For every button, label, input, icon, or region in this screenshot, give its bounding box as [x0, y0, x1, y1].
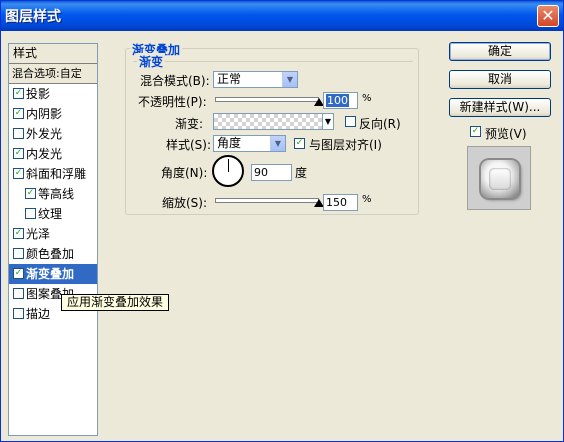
- style-checkbox[interactable]: [25, 208, 36, 219]
- check-icon: ✓: [14, 168, 23, 178]
- layer-style-dialog: 图层样式 ✕ 样式 混合选项:自定 ✓ 投影 ✓ 内阴影 外发光 ✓ 内发光 ✓ 斜面和浮雕 ✓ 等…: [0, 0, 564, 442]
- style-list-item[interactable]: ✓ 斜面和浮雕: [9, 164, 97, 184]
- style-list-item[interactable]: 颜色叠加: [9, 244, 97, 264]
- style-checkbox[interactable]: ✓: [13, 228, 24, 239]
- scale-slider[interactable]: [215, 198, 319, 203]
- check-icon: ✓: [295, 138, 304, 148]
- check-icon: ✓: [26, 188, 35, 198]
- chevron-down-icon: ▼: [270, 136, 285, 151]
- style-list-item-label: 内阴影: [26, 107, 63, 121]
- scale-label: 缩放(S):: [162, 196, 208, 210]
- style-list-item-label: 斜面和浮雕: [26, 167, 87, 181]
- style-list-item[interactable]: ✓ 内阴影: [9, 104, 97, 124]
- angle-value: 90: [254, 166, 268, 179]
- style-list-item[interactable]: ✓ 投影: [9, 84, 97, 104]
- style-checkbox[interactable]: [13, 248, 24, 259]
- title-bar[interactable]: 图层样式 ✕: [1, 1, 563, 31]
- style-list-item[interactable]: 外发光: [9, 124, 97, 144]
- preview-thumbnail-core: [489, 168, 511, 190]
- ok-button[interactable]: 确定: [449, 42, 551, 61]
- cancel-button[interactable]: 取消: [449, 70, 551, 89]
- style-list-item-label: 渐变叠加: [26, 267, 75, 281]
- style-list: 样式 混合选项:自定 ✓ 投影 ✓ 内阴影 外发光 ✓ 内发光 ✓ 斜面和浮雕 ✓ 等高线 纹理 ✓ 光泽…: [8, 43, 98, 436]
- chevron-down-icon: ▼: [282, 72, 297, 87]
- blend-mode-value: 正常: [217, 72, 242, 86]
- style-checkbox[interactable]: ✓: [13, 108, 24, 119]
- new-style-button[interactable]: 新建样式(W)...: [449, 98, 551, 117]
- preview-thumbnail: [481, 160, 519, 198]
- style-list-item[interactable]: ✓ 渐变叠加: [9, 264, 97, 284]
- style-label: 样式(S):: [166, 138, 212, 152]
- style-list-item[interactable]: ✓ 内发光: [9, 144, 97, 164]
- gradient-swatch[interactable]: [213, 113, 323, 130]
- check-icon: ✓: [471, 126, 480, 136]
- style-list-item-label: 光泽: [26, 227, 51, 241]
- gradient-picker-arrow[interactable]: ▼: [322, 113, 334, 130]
- check-icon: ✓: [14, 108, 23, 118]
- style-preview: [467, 146, 531, 210]
- check-icon: ✓: [14, 88, 23, 98]
- gradient-label: 渐变:: [175, 117, 204, 131]
- reverse-label: 反向(R): [359, 117, 401, 131]
- check-icon: ✓: [14, 268, 23, 278]
- style-list-item[interactable]: ✓ 光泽: [9, 224, 97, 244]
- style-checkbox[interactable]: [13, 308, 24, 319]
- gradient-subgroup-title: 渐变: [137, 53, 166, 70]
- style-list-item-label: 投影: [26, 87, 51, 101]
- style-list-item-label: 描边: [26, 307, 51, 321]
- style-value: 角度: [217, 136, 242, 150]
- style-list-item-label: 外发光: [26, 127, 63, 141]
- opacity-slider[interactable]: [215, 97, 319, 102]
- style-list-item[interactable]: 纹理: [9, 204, 97, 224]
- reverse-checkbox[interactable]: [345, 116, 356, 127]
- check-icon: ✓: [14, 148, 23, 158]
- angle-dial-hand: [228, 159, 229, 172]
- close-button[interactable]: ✕: [537, 5, 559, 27]
- blend-mode-select[interactable]: 正常 ▼: [213, 71, 298, 88]
- blend-mode-label: 混合模式(B):: [140, 74, 210, 88]
- chevron-down-icon: ▼: [324, 117, 332, 126]
- opacity-label: 不透明性(P):: [138, 95, 207, 109]
- style-checkbox[interactable]: ✓: [25, 188, 36, 199]
- check-icon: ✓: [14, 228, 23, 238]
- style-items: ✓ 投影 ✓ 内阴影 外发光 ✓ 内发光 ✓ 斜面和浮雕 ✓ 等高线 纹理 ✓ 光泽 颜色叠加 ✓ 渐变叠加 图案…: [9, 84, 97, 324]
- angle-label: 角度(N):: [161, 166, 208, 180]
- window-title: 图层样式: [5, 9, 61, 25]
- blend-options-item[interactable]: 混合选项:自定: [9, 64, 97, 84]
- angle-unit: 度: [295, 166, 308, 180]
- style-list-item-label: 内发光: [26, 147, 63, 161]
- preview-label: 预览(V): [485, 127, 527, 141]
- style-checkbox[interactable]: [13, 128, 24, 139]
- style-list-item[interactable]: ✓ 等高线: [9, 184, 97, 204]
- style-checkbox[interactable]: ✓: [13, 88, 24, 99]
- opacity-unit: %: [362, 93, 372, 104]
- opacity-input[interactable]: 100: [323, 92, 358, 109]
- style-select[interactable]: 角度 ▼: [213, 135, 286, 152]
- style-checkbox[interactable]: [13, 288, 24, 299]
- gradient-subgroup-line: [133, 61, 413, 62]
- opacity-value: 100: [326, 94, 349, 107]
- style-list-item-label: 纹理: [38, 207, 63, 221]
- style-checkbox[interactable]: ✓: [13, 148, 24, 159]
- tooltip: 应用渐变叠加效果: [61, 294, 170, 311]
- angle-input[interactable]: 90: [251, 164, 292, 181]
- style-list-item-label: 颜色叠加: [26, 247, 75, 261]
- scale-value: 150: [326, 196, 347, 209]
- style-list-header[interactable]: 样式: [9, 44, 97, 64]
- angle-dial[interactable]: [212, 155, 244, 187]
- scale-unit: %: [362, 194, 372, 205]
- align-with-layer-checkbox[interactable]: ✓: [294, 138, 305, 149]
- style-checkbox[interactable]: ✓: [13, 168, 24, 179]
- close-icon: ✕: [541, 6, 555, 25]
- style-checkbox[interactable]: ✓: [13, 268, 24, 279]
- scale-input[interactable]: 150: [323, 194, 358, 211]
- align-with-layer-label: 与图层对齐(I): [309, 138, 382, 152]
- preview-checkbox[interactable]: ✓: [470, 126, 481, 137]
- style-list-item-label: 等高线: [38, 187, 75, 201]
